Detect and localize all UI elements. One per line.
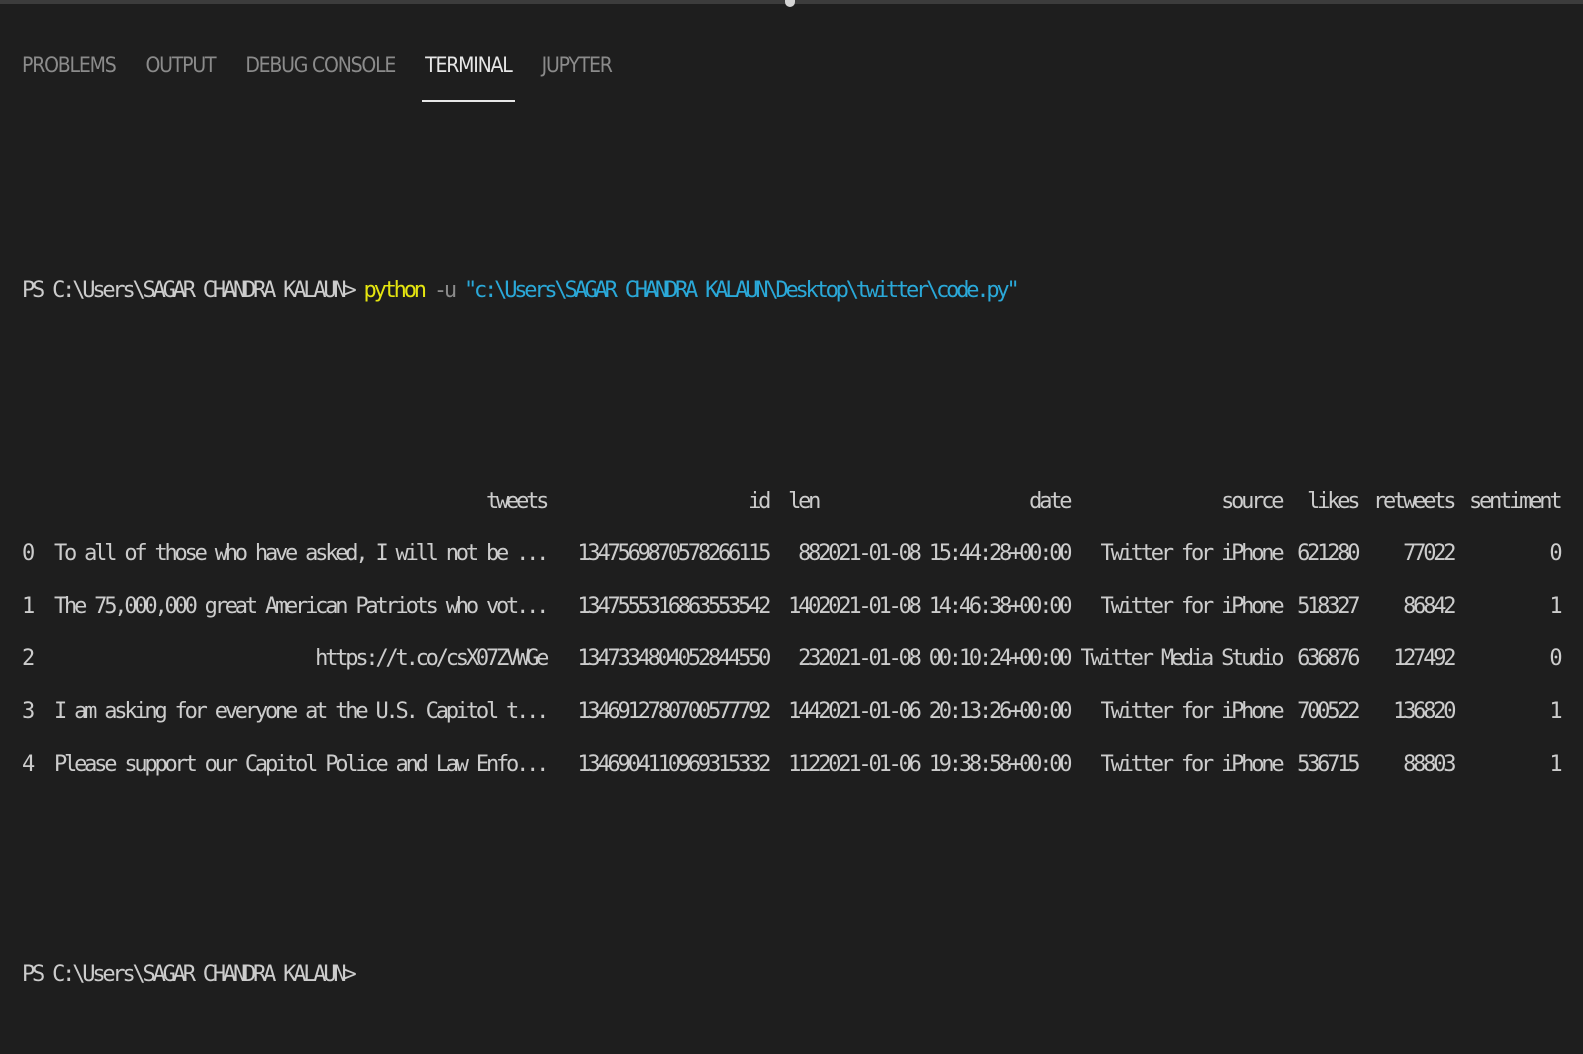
cell-source: Twitter for iPhone — [1100, 593, 1285, 619]
cell-source: Twitter Media Studio — [1080, 646, 1284, 672]
command-name: python — [363, 278, 427, 304]
cell-date: 2021-01-06 19:38:58+00:00 — [818, 751, 1072, 777]
panel-tab-bar: PROBLEMS OUTPUT DEBUG CONSOLE TERMINAL J… — [22, 46, 613, 106]
cell-source: Twitter for iPhone — [1100, 541, 1285, 567]
cell-date: 2021-01-08 15:44:28+00:00 — [818, 541, 1072, 567]
row-index: 1 — [22, 593, 35, 619]
command-line: PS C:\Users\SAGAR CHANDRA KALAUN> python… — [22, 265, 1562, 318]
cell-date: 2021-01-08 00:10:24+00:00 — [818, 646, 1072, 672]
cell-likes: 636876 — [1297, 646, 1360, 672]
table-header-row: tweets id len date source likes retweets… — [22, 476, 1563, 529]
tab-output[interactable]: OUTPUT — [146, 46, 217, 102]
cell-retweets: 86842 — [1403, 593, 1456, 619]
cell-len: 144 — [788, 698, 821, 724]
table-row: 3 I am asking for everyone at the U.S. C… — [22, 686, 1563, 739]
prompt-text: PS C:\Users\SAGAR CHANDRA KALAUN> — [22, 278, 364, 304]
terminal-output[interactable]: PS C:\Users\SAGAR CHANDRA KALAUN> python… — [22, 160, 1563, 1054]
cell-date: 2021-01-08 14:46:38+00:00 — [818, 593, 1072, 619]
column-header-tweets: tweets — [485, 488, 549, 514]
row-index: 4 — [22, 751, 35, 777]
cell-len: 88 — [798, 541, 821, 567]
cell-retweets: 88803 — [1403, 751, 1456, 777]
cell-source: Twitter for iPhone — [1100, 751, 1285, 777]
table-row: 1 The 75,000,000 great American Patriots… — [22, 581, 1563, 634]
cell-sentiment: 1 — [1549, 593, 1562, 619]
cell-id: 1346912780700577792 — [577, 698, 771, 724]
column-header-source: source — [1221, 488, 1284, 514]
cell-id: 1346904110969315332 — [577, 751, 771, 777]
cell-sentiment: 1 — [1549, 751, 1562, 777]
cell-source: Twitter for iPhone — [1100, 698, 1285, 724]
command-flag: -u — [423, 278, 465, 304]
column-header-date: date — [1029, 488, 1072, 514]
panel-resize-handle[interactable] — [785, 0, 795, 7]
column-header-id: id — [748, 488, 771, 514]
table-row: 2 https://t.co/csX07ZVWGe 13473348040528… — [22, 633, 1563, 686]
tab-problems[interactable]: PROBLEMS — [22, 46, 117, 102]
tab-terminal[interactable]: TERMINAL — [422, 46, 516, 102]
final-prompt-line: PS C:\Users\SAGAR CHANDRA KALAUN> — [22, 949, 1562, 1002]
cell-sentiment: 1 — [1549, 698, 1562, 724]
dataframe-output: tweets id len date source likes retweets… — [22, 476, 1563, 792]
prompt-text: PS C:\Users\SAGAR CHANDRA KALAUN> — [22, 961, 357, 987]
cell-retweets: 127492 — [1393, 646, 1456, 672]
tab-jupyter[interactable]: JUPYTER — [542, 46, 613, 102]
cell-retweets: 136820 — [1393, 698, 1456, 724]
column-header-likes: likes — [1307, 488, 1360, 514]
tab-debug-console[interactable]: DEBUG CONSOLE — [245, 46, 396, 102]
cell-len: 23 — [798, 646, 821, 672]
cell-id: 1347334804052844550 — [577, 646, 771, 672]
cell-likes: 536715 — [1297, 751, 1360, 777]
cell-likes: 700522 — [1297, 698, 1360, 724]
cell-tweets: I am asking for everyone at the U.S. Cap… — [54, 698, 549, 724]
table-row: 0 To all of those who have asked, I will… — [22, 528, 1563, 581]
cell-likes: 518327 — [1297, 593, 1360, 619]
command-argument: "c:\Users\SAGAR CHANDRA KALAUN\Desktop\t… — [464, 278, 1020, 304]
row-index: 0 — [22, 541, 35, 567]
index-header — [22, 476, 54, 529]
cell-sentiment: 0 — [1549, 541, 1562, 567]
cell-tweets: To all of those who have asked, I will n… — [54, 541, 549, 567]
cell-id: 1347555316863553542 — [577, 593, 771, 619]
cell-date: 2021-01-06 20:13:26+00:00 — [818, 698, 1072, 724]
column-header-retweets: retweets — [1372, 488, 1457, 514]
row-index: 3 — [22, 698, 35, 724]
column-header-len: len — [788, 488, 821, 514]
cell-id: 1347569870578266115 — [577, 541, 771, 567]
cell-tweets: Please support our Capitol Police and La… — [54, 751, 549, 777]
cell-retweets: 77022 — [1403, 541, 1456, 567]
row-index: 2 — [22, 646, 35, 672]
column-header-sentiment: sentiment — [1468, 488, 1563, 514]
table-row: 4 Please support our Capitol Police and … — [22, 739, 1563, 792]
cell-likes: 621280 — [1297, 541, 1360, 567]
cell-tweets: The 75,000,000 great American Patriots w… — [54, 593, 549, 619]
cell-len: 140 — [788, 593, 821, 619]
cell-tweets: https://t.co/csX07ZVWGe — [315, 646, 549, 672]
cell-sentiment: 0 — [1549, 646, 1562, 672]
cell-len: 112 — [788, 751, 821, 777]
